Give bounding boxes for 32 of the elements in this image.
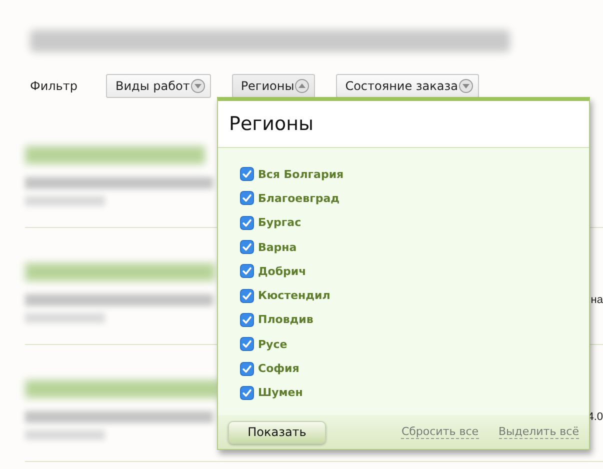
select-all-link[interactable]: Выделить всё bbox=[498, 425, 579, 439]
checkbox[interactable] bbox=[240, 191, 254, 206]
region-checkbox-item[interactable]: Благоевград bbox=[240, 186, 589, 211]
region-checkbox-item[interactable]: София bbox=[240, 356, 589, 381]
checkbox[interactable] bbox=[240, 312, 254, 327]
region-checkbox-item[interactable]: Варна bbox=[240, 234, 589, 260]
region-checkbox-item[interactable]: Бургас bbox=[240, 210, 589, 235]
reset-all-link[interactable]: Сбросить все bbox=[401, 425, 479, 439]
region-checkbox-item[interactable]: Шумен bbox=[240, 380, 589, 405]
checkbox[interactable] bbox=[240, 337, 254, 352]
checkbox[interactable] bbox=[240, 264, 254, 278]
checkbox[interactable] bbox=[240, 362, 254, 376]
filter-dropdown-button[interactable]: Виды работ bbox=[106, 74, 211, 98]
caret-down-icon bbox=[190, 79, 205, 93]
filter-dropdown-button[interactable]: Регионы bbox=[232, 74, 316, 98]
checkbox[interactable] bbox=[240, 386, 254, 400]
checkbox[interactable] bbox=[240, 288, 254, 303]
region-checkbox-item[interactable]: Пловдив bbox=[240, 308, 589, 332]
region-checkbox-item[interactable]: Добрич bbox=[240, 259, 589, 284]
region-checkbox-item[interactable]: Вся Болгария bbox=[240, 162, 589, 186]
region-checkbox-item[interactable]: Кюстендил bbox=[240, 283, 589, 308]
checkbox[interactable] bbox=[240, 240, 254, 254]
filter-dropdown-button[interactable]: Состояние заказа bbox=[336, 74, 479, 98]
show-button[interactable]: Показать bbox=[228, 420, 326, 444]
checkbox[interactable] bbox=[240, 167, 254, 182]
caret-up-icon bbox=[295, 79, 310, 93]
listing-description: на bbox=[590, 294, 603, 306]
checkbox[interactable] bbox=[240, 216, 254, 230]
filter-label: Фильтр bbox=[30, 79, 78, 93]
region-checkbox-item[interactable]: Русе bbox=[240, 332, 589, 356]
popup-title: Регионы bbox=[229, 113, 314, 135]
caret-down-icon bbox=[458, 79, 473, 93]
